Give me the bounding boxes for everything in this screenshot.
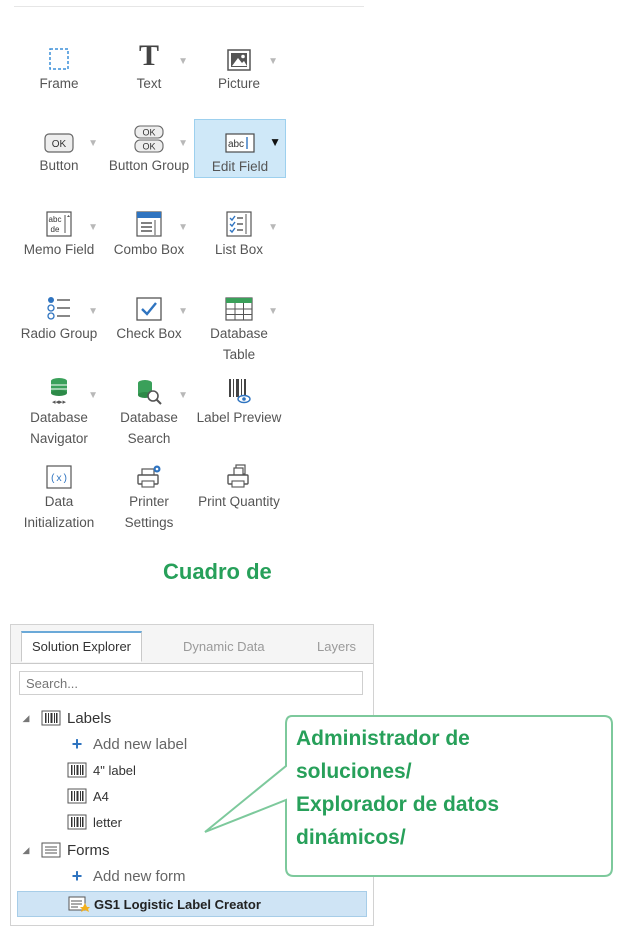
dropdown-arrow-icon[interactable]: ▼: [88, 217, 98, 238]
toolbox-caption: Cuadro de: [163, 559, 272, 584]
printer-settings-icon: [104, 455, 194, 489]
labels-folder-icon: [41, 710, 61, 726]
tool-label-preview[interactable]: Label Preview: [194, 371, 284, 428]
tool-printer-settings[interactable]: Printer Settings: [104, 455, 194, 533]
tree-group-label: Labels: [67, 709, 112, 727]
dropdown-arrow-icon[interactable]: ▼: [268, 51, 278, 72]
tool-label: Button: [39, 158, 79, 173]
dropdown-arrow-icon[interactable]: ▼: [88, 133, 98, 154]
frame-icon: [14, 37, 104, 71]
tool-label: Text: [136, 76, 162, 91]
collapse-toggle-icon[interactable]: ◢: [19, 845, 33, 856]
tool-label: Data Initialization: [23, 494, 95, 530]
callout-line: soluciones/: [296, 760, 412, 783]
dropdown-arrow-icon[interactable]: ▼: [178, 217, 188, 238]
tool-label: Button Group: [108, 158, 190, 173]
tool-label: Database Navigator: [30, 410, 88, 446]
tool-label: Frame: [39, 76, 79, 91]
tool-label: Combo Box: [113, 242, 185, 257]
search-input[interactable]: [19, 671, 363, 695]
tool-label: Label Preview: [196, 410, 282, 425]
svg-text:OK: OK: [52, 139, 67, 150]
tool-label: Radio Group: [20, 326, 98, 341]
tool-check-box[interactable]: ▼ Check Box: [104, 287, 194, 344]
tool-label: Memo Field: [23, 242, 95, 257]
svg-text:abc: abc: [228, 139, 244, 150]
dropdown-arrow-icon[interactable]: ▼: [178, 385, 188, 406]
tool-frame[interactable]: Frame: [14, 37, 104, 94]
tool-list-box[interactable]: ▼ List Box: [194, 203, 284, 260]
tool-label: Check Box: [116, 326, 182, 341]
add-new-form-link[interactable]: + Add new form: [11, 863, 371, 889]
tool-label: Database Search: [120, 410, 178, 446]
tool-memo-field[interactable]: abc de ▼ Memo Field: [14, 203, 104, 260]
tree-group-label: Forms: [67, 841, 110, 859]
tool-button-group[interactable]: OK OK ▼ Button Group: [104, 119, 194, 176]
tool-label: Edit Field: [211, 159, 269, 174]
dropdown-arrow-icon[interactable]: ▼: [178, 301, 188, 322]
svg-text:(x): (x): [50, 473, 68, 485]
tool-text[interactable]: T ▼ Text: [104, 37, 194, 94]
tool-picture[interactable]: ▼ Picture: [194, 37, 284, 94]
tree-item-text: GS1 Logistic Label Creator: [94, 896, 261, 912]
svg-text:abc: abc: [49, 215, 62, 224]
dropdown-arrow-icon[interactable]: ▼: [178, 133, 188, 154]
collapse-toggle-icon[interactable]: ◢: [19, 713, 33, 724]
tool-label: Database Table: [210, 326, 268, 362]
dropdown-arrow-icon[interactable]: ▼: [268, 301, 278, 322]
svg-text:OK: OK: [142, 128, 155, 138]
callout-line: Administrador de: [296, 727, 470, 750]
callout-line: Explorador de datos: [296, 793, 500, 816]
tree-item-text: A4: [93, 788, 109, 804]
svg-text:◂◂▸▸: ◂◂▸▸: [52, 398, 67, 405]
barcode-label-icon: [67, 788, 87, 804]
tree-item-form[interactable]: GS1 Logistic Label Creator: [17, 891, 367, 917]
tree-item-text: 4" label: [93, 762, 136, 778]
tool-print-quantity[interactable]: Print Quantity: [194, 455, 284, 512]
callout-line: dinámicos/: [296, 826, 406, 849]
add-icon: +: [71, 733, 83, 754]
tool-data-initialization[interactable]: (x) Data Initialization: [14, 455, 104, 533]
tool-database-navigator[interactable]: ◂◂▸▸ ▼ Database Navigator: [14, 371, 104, 449]
barcode-label-icon: [67, 762, 87, 778]
tool-combo-box[interactable]: ▼ Combo Box: [104, 203, 194, 260]
add-new-label-text: Add new label: [93, 735, 188, 753]
print-quantity-icon: [194, 455, 284, 489]
svg-text:de: de: [51, 225, 60, 234]
tool-radio-group[interactable]: ▼ Radio Group: [14, 287, 104, 344]
tool-label: Print Quantity: [198, 494, 280, 509]
dropdown-arrow-icon[interactable]: ▼: [269, 132, 281, 153]
barcode-label-icon: [67, 814, 87, 830]
toolbox-panel: Frame T ▼ Text ▼ Picture OK ▼ Button OK O…: [14, 6, 364, 607]
tool-database-search[interactable]: ▼ Database Search: [104, 371, 194, 449]
tool-button[interactable]: OK ▼ Button: [14, 119, 104, 176]
tab-dynamic-data[interactable]: Dynamic Data: [173, 633, 275, 661]
tab-layers[interactable]: Layers: [307, 633, 366, 661]
tree-item-text: letter: [93, 814, 122, 830]
tool-database-table[interactable]: ▼ Database Table: [194, 287, 284, 365]
dropdown-arrow-icon[interactable]: ▼: [268, 217, 278, 238]
tool-label: List Box: [214, 242, 264, 257]
tab-solution-explorer[interactable]: Solution Explorer: [21, 631, 142, 662]
add-icon: +: [71, 865, 83, 886]
tool-edit-field[interactable]: abc ▼ Edit Field: [194, 119, 286, 178]
tool-label: Picture: [217, 76, 261, 91]
add-new-form-text: Add new form: [93, 867, 186, 885]
dropdown-arrow-icon[interactable]: ▼: [178, 51, 188, 72]
callout-text: Administrador de soluciones/ Explorador …: [296, 722, 616, 854]
tool-label: Printer Settings: [124, 494, 174, 530]
data-initialization-icon: (x): [14, 455, 104, 489]
forms-folder-icon: [41, 842, 61, 858]
dropdown-arrow-icon[interactable]: ▼: [88, 385, 98, 406]
dropdown-arrow-icon[interactable]: ▼: [88, 301, 98, 322]
svg-text:OK: OK: [142, 142, 155, 152]
explorer-tab-bar: Solution Explorer Dynamic Data Layers: [11, 625, 373, 664]
label-preview-icon: [194, 371, 284, 405]
form-file-icon: [68, 896, 90, 912]
